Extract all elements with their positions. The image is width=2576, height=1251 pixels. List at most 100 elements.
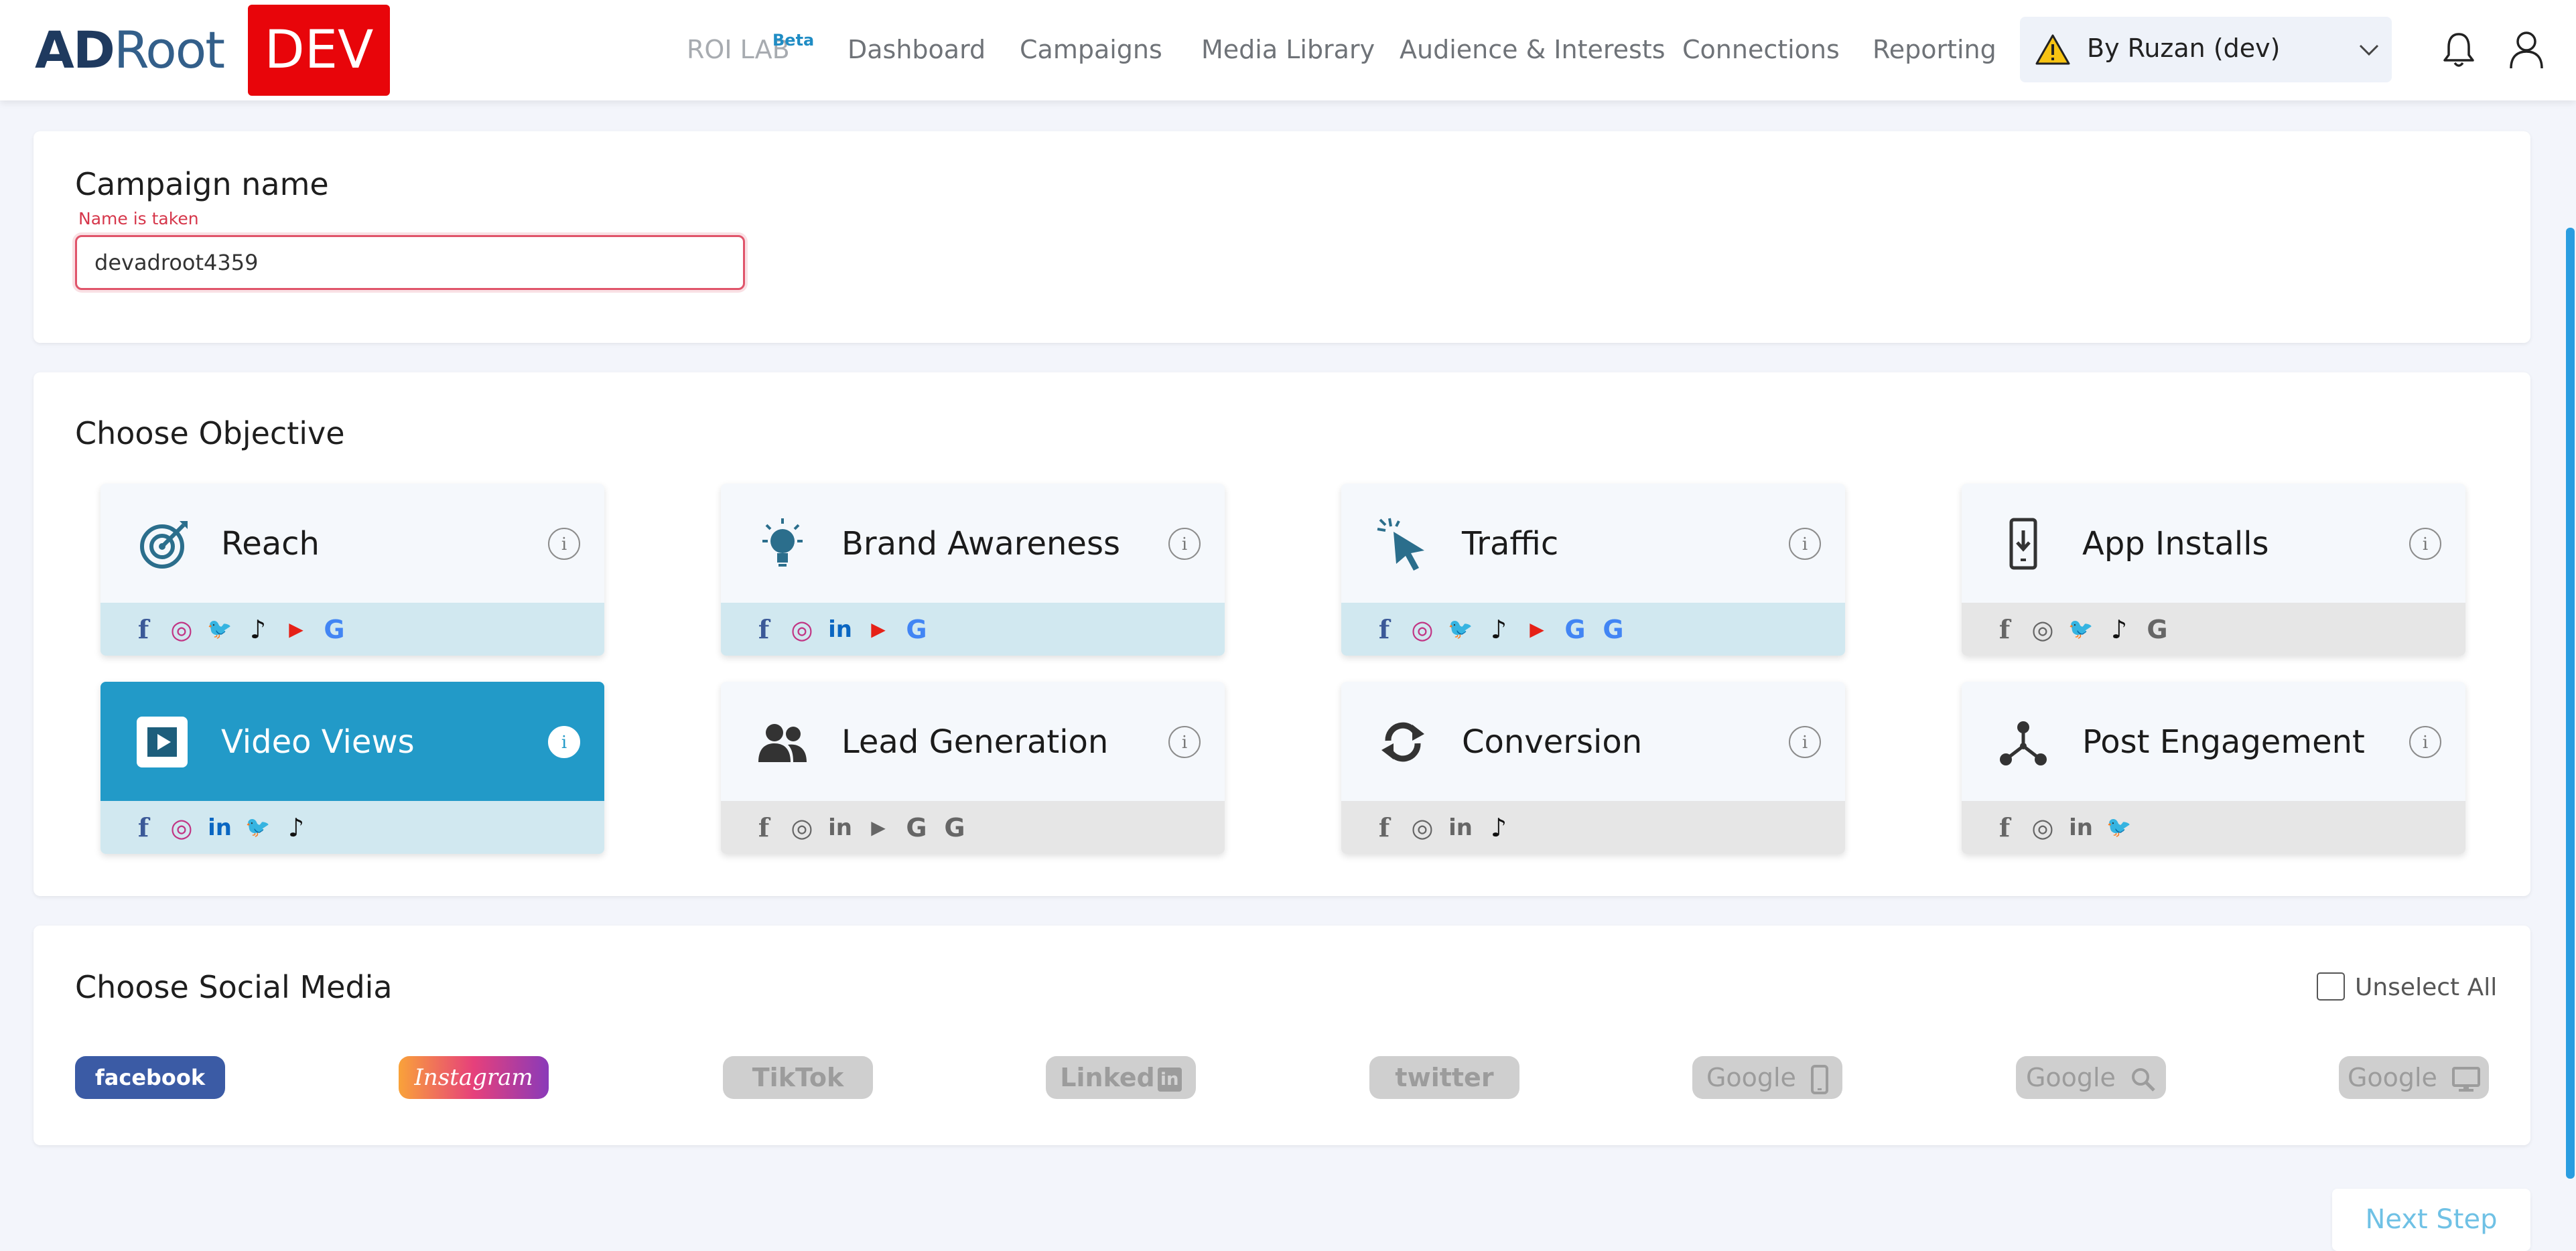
facebook-label: facebook <box>94 1065 206 1090</box>
nav-campaigns[interactable]: Campaigns <box>1020 35 1162 64</box>
social-chip-instagram[interactable]: Instagram <box>399 1056 549 1099</box>
platform-icon-row: f ◎ 🐦 ♪ ▶ G G <box>1371 614 1638 644</box>
nav-dashboard[interactable]: Dashboard <box>848 35 986 64</box>
objective-platforms: f ◎ 🐦 ♪ ▶ G <box>100 603 604 656</box>
tiktok-label: TikTok <box>752 1063 844 1092</box>
objective-platforms: f ◎ in 🐦 <box>1962 801 2465 854</box>
facebook-icon: f <box>137 614 149 644</box>
social-chip-google-mobile[interactable]: Google <box>1692 1056 1842 1099</box>
nav-audience-interests[interactable]: Audience & Interests <box>1400 35 1666 64</box>
objective-video-views[interactable]: Video Views i f ◎ in 🐦 ♪ <box>100 682 604 854</box>
info-icon[interactable]: i <box>1789 528 1821 560</box>
objective-header: App Installs i <box>1962 484 2465 603</box>
social-chip-linkedin[interactable]: Linked in <box>1046 1056 1196 1099</box>
platform-icon-row: f ◎ in ▶ G G <box>750 812 979 842</box>
twitter-icon: 🐦 <box>245 816 271 839</box>
objective-conversion[interactable]: Conversion i f ◎ in ♪ <box>1341 682 1845 854</box>
next-step-button[interactable]: Next Step <box>2332 1189 2530 1251</box>
info-icon[interactable]: i <box>1168 528 1201 560</box>
play-icon <box>137 717 188 767</box>
account-selector[interactable]: By Ruzan (dev) <box>2020 17 2392 82</box>
instagram-icon: ◎ <box>2031 615 2054 644</box>
account-name: By Ruzan (dev) <box>2087 33 2281 63</box>
youtube-icon: ▶ <box>289 618 303 640</box>
google-icon: G <box>2147 615 2168 644</box>
info-icon[interactable]: i <box>2409 528 2441 560</box>
twitter-icon: 🐦 <box>207 617 232 641</box>
scrollbar-thumb[interactable] <box>2566 228 2575 1179</box>
info-icon[interactable]: i <box>1168 726 1201 758</box>
social-chip-facebook[interactable]: facebook <box>75 1056 225 1099</box>
linkedin-in-icon: in <box>1157 1067 1182 1092</box>
social-chip-twitter[interactable]: twitter <box>1369 1056 1519 1099</box>
info-icon[interactable]: i <box>548 528 580 560</box>
facebook-icon: f <box>1378 614 1390 644</box>
google-display-label: Google <box>2347 1063 2437 1092</box>
logo-root-text: Root <box>113 20 225 80</box>
objective-label: Conversion <box>1462 723 1643 761</box>
info-icon[interactable]: i <box>548 726 580 758</box>
sync-icon <box>1381 722 1424 762</box>
facebook-icon: f <box>1998 614 2011 644</box>
phone-download-icon <box>2009 518 2037 570</box>
social-chip-tiktok[interactable]: TikTok <box>723 1056 873 1099</box>
objective-reach[interactable]: Reach i f ◎ 🐦 ♪ ▶ G <box>100 484 604 656</box>
objective-traffic[interactable]: Traffic i f ◎ 🐦 ♪ ▶ G G <box>1341 484 1845 656</box>
objective-lead-generation[interactable]: Lead Generation i f ◎ in ▶ G G <box>721 682 1225 854</box>
social-media-title: Choose Social Media <box>75 969 393 1005</box>
info-icon[interactable]: i <box>1789 726 1821 758</box>
instagram-icon: ◎ <box>1411 813 1434 842</box>
users-icon <box>758 724 807 762</box>
unselect-all-checkbox[interactable] <box>2317 972 2345 1001</box>
objective-label: Post Engagement <box>2082 723 2365 761</box>
bell-icon[interactable] <box>2442 31 2476 68</box>
twitter-label: twitter <box>1395 1063 1494 1092</box>
platform-icon-row: f ◎ in ♪ <box>1371 813 1523 842</box>
objective-post-engagement[interactable]: Post Engagement i f ◎ in 🐦 <box>1962 682 2465 854</box>
facebook-icon: f <box>758 812 770 842</box>
campaign-name-input[interactable] <box>75 235 745 290</box>
google-icon: G <box>906 813 927 842</box>
lightbulb-icon <box>762 518 803 567</box>
instagram-icon: ◎ <box>2031 813 2054 842</box>
tiktok-icon: ♪ <box>249 615 267 644</box>
monitor-icon <box>2452 1066 2481 1092</box>
chevron-down-icon <box>2359 44 2379 56</box>
nav-media-library[interactable]: Media Library <box>1201 35 1375 64</box>
nav-reporting[interactable]: Reporting <box>1873 35 1996 64</box>
social-chip-google-display[interactable]: Google <box>2339 1056 2489 1099</box>
info-icon[interactable]: i <box>2409 726 2441 758</box>
cursor-click-icon <box>1377 518 1424 571</box>
social-chip-google-search[interactable]: Google <box>2016 1056 2166 1099</box>
beta-badge: Beta <box>772 31 815 50</box>
twitter-icon: 🐦 <box>2106 816 2132 839</box>
warning-icon <box>2035 34 2070 65</box>
adroot-logo[interactable]: ADRoot <box>35 20 225 80</box>
facebook-icon: f <box>1998 812 2011 842</box>
objective-platforms: f ◎ 🐦 ♪ ▶ G G <box>1341 603 1845 656</box>
objective-brand-awareness[interactable]: Brand Awareness i f ◎ in ▶ G <box>721 484 1225 656</box>
target-icon <box>140 521 188 569</box>
nav-connections[interactable]: Connections <box>1682 35 1840 64</box>
google-icon: G <box>324 615 345 644</box>
tiktok-icon: ♪ <box>2110 615 2128 644</box>
user-icon[interactable] <box>2508 29 2545 70</box>
instagram-icon: ◎ <box>170 615 193 644</box>
platform-icon-row: f ◎ in ▶ G <box>750 614 941 644</box>
google-icon: G <box>1603 615 1624 644</box>
objective-platforms: f ◎ 🐦 ♪ G <box>1962 603 2465 656</box>
objective-app-installs[interactable]: App Installs i f ◎ 🐦 ♪ G <box>1962 484 2465 656</box>
tiktok-icon: ♪ <box>1490 615 1507 644</box>
platform-icon-row: f ◎ 🐦 ♪ ▶ G <box>130 614 359 644</box>
env-badge: DEV <box>248 5 390 96</box>
objective-header: Video Views i <box>100 682 604 801</box>
tiktok-icon: ♪ <box>1490 813 1507 842</box>
unselect-all-label: Unselect All <box>2355 974 2498 1001</box>
facebook-icon: f <box>137 812 149 842</box>
objective-platforms: f ◎ in 🐦 ♪ <box>100 801 604 854</box>
linkedin-icon: in <box>2069 814 2093 841</box>
nav-roi-lab[interactable]: ROI LAB Beta <box>687 31 814 64</box>
linkedin-icon: in <box>208 814 232 841</box>
facebook-icon: f <box>758 614 770 644</box>
instagram-icon: ◎ <box>791 615 813 644</box>
